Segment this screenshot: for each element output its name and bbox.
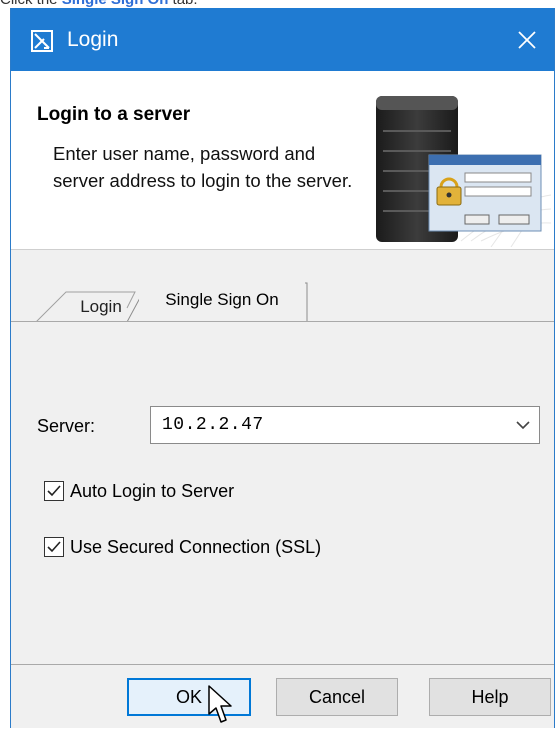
server-combobox[interactable]: 10.2.2.47 <box>150 406 540 444</box>
window-title: Login <box>67 28 119 51</box>
instruction-link[interactable]: Single Sign On <box>62 0 169 8</box>
auto-login-label: Auto Login to Server <box>70 480 235 501</box>
mouse-pointer-icon <box>208 685 232 723</box>
title-bar: Login <box>11 8 554 71</box>
checkmark-icon <box>47 541 61 553</box>
login-window-icon <box>31 30 53 52</box>
tab-login[interactable]: Login <box>66 292 136 322</box>
cancel-button[interactable]: Cancel <box>276 678 398 716</box>
server-label: Server: <box>37 416 96 436</box>
chevron-down-icon[interactable] <box>515 419 531 431</box>
instruction-suffix: tab. <box>173 0 198 8</box>
tab-single-sign-on[interactable]: Single Sign On <box>139 282 305 322</box>
dialog-header: Login to a server Enter user name, passw… <box>11 71 554 250</box>
ssl-checkbox-row[interactable]: Use Secured Connection (SSL) <box>44 534 321 560</box>
close-button[interactable] <box>500 8 554 71</box>
header-description: Enter user name, password and server add… <box>53 143 353 191</box>
help-button[interactable]: Help <box>429 678 551 716</box>
ssl-checkbox[interactable] <box>44 537 64 557</box>
close-icon <box>518 30 536 49</box>
ssl-label: Use Secured Connection (SSL) <box>70 536 322 557</box>
checkmark-icon <box>47 485 61 497</box>
header-title: Login to a server <box>37 104 191 125</box>
auto-login-checkbox-row[interactable]: Auto Login to Server <box>44 478 234 504</box>
auto-login-checkbox[interactable] <box>44 481 64 501</box>
tab-strip: Login Single Sign On <box>11 282 554 322</box>
server-value: 10.2.2.47 <box>162 415 264 435</box>
login-dialog: Login Login to a server Enter user name,… <box>10 8 555 728</box>
server-illustration <box>376 96 552 247</box>
instruction-prefix: Click the <box>0 0 58 8</box>
